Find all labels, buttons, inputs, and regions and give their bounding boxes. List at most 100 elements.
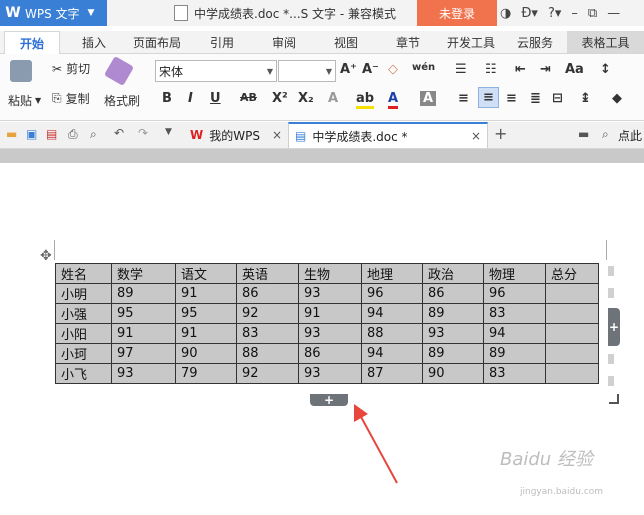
table-cell[interactable]: 89 xyxy=(483,343,546,364)
tab-chapter[interactable]: 章节 xyxy=(396,31,420,53)
table-cell[interactable]: 94 xyxy=(483,323,546,344)
table-cell[interactable]: 小明 xyxy=(55,283,112,304)
table-cell[interactable]: 小珂 xyxy=(55,343,112,364)
tab-page-layout[interactable]: 页面布局 xyxy=(133,31,181,53)
table-cell[interactable]: 94 xyxy=(361,343,423,364)
table-cell[interactable]: 小飞 xyxy=(55,363,112,384)
table-cell[interactable]: 96 xyxy=(361,283,423,304)
tab-references[interactable]: 引用 xyxy=(210,31,234,53)
clear-format-icon[interactable]: ◇ xyxy=(388,62,398,77)
paste-button[interactable]: 粘贴 ▼ xyxy=(8,92,41,109)
header-cell[interactable]: 数学 xyxy=(111,263,176,284)
decrease-indent-icon[interactable]: ⇤ xyxy=(515,62,526,77)
table-cell[interactable]: 86 xyxy=(298,343,362,364)
header-cell[interactable]: 地理 xyxy=(361,263,423,284)
table-cell[interactable]: 86 xyxy=(422,283,484,304)
grades-table[interactable]: 姓名 数学 语文 英语 生物 地理 政治 物理 总分 小明 89 91 86 9… xyxy=(55,263,599,384)
table-cell[interactable]: 88 xyxy=(236,343,299,364)
redo-icon[interactable]: ↷ xyxy=(138,126,148,140)
wps-app-menu-button[interactable]: W WPS 文字 ▼ xyxy=(0,0,107,26)
table-cell[interactable]: 86 xyxy=(236,283,299,304)
header-cell[interactable]: 总分 xyxy=(545,263,599,284)
table-cell[interactable]: 83 xyxy=(483,303,546,324)
row-handle[interactable] xyxy=(608,354,614,364)
table-cell[interactable]: 93 xyxy=(298,323,362,344)
paste-icon[interactable] xyxy=(10,60,32,82)
table-cell[interactable]: 83 xyxy=(483,363,546,384)
table-cell[interactable] xyxy=(545,343,599,364)
search-icon[interactable]: ⌕ xyxy=(602,127,609,142)
copy-button[interactable]: ⎘ 复制 xyxy=(52,90,90,107)
table-cell[interactable]: 94 xyxy=(361,303,423,324)
font-size-select[interactable]: ▼ xyxy=(278,60,336,82)
align-left-icon[interactable]: ≡ xyxy=(458,91,469,106)
numbering-icon[interactable]: ☷ xyxy=(485,62,497,77)
tab-developer[interactable]: 开发工具 xyxy=(447,31,495,53)
header-cell[interactable]: 政治 xyxy=(422,263,484,284)
close-icon[interactable]: × xyxy=(272,128,282,142)
login-button[interactable]: 未登录 xyxy=(417,0,497,26)
table-cell[interactable]: 92 xyxy=(236,303,299,324)
superscript-icon[interactable]: X² xyxy=(272,91,288,106)
format-painter-button[interactable]: 格式刷 xyxy=(104,92,140,109)
help-icon[interactable]: ?▾ xyxy=(548,6,561,21)
bold-icon[interactable]: B xyxy=(162,91,172,106)
row-handle[interactable] xyxy=(608,288,614,298)
italic-icon[interactable]: I xyxy=(188,91,193,106)
subscript-icon[interactable]: X₂ xyxy=(298,91,314,106)
align-right-icon[interactable]: ≡ xyxy=(506,91,517,106)
table-cell[interactable]: 90 xyxy=(422,363,484,384)
row-handle[interactable] xyxy=(608,266,614,276)
minimize-window-icon[interactable]: — xyxy=(607,6,620,21)
bullets-icon[interactable]: ☰ xyxy=(455,62,467,77)
table-cell[interactable]: 93 xyxy=(111,363,176,384)
justify-icon[interactable]: ≣ xyxy=(530,91,541,106)
save-icon[interactable]: ▣ xyxy=(26,127,37,141)
underline-icon[interactable]: U xyxy=(210,91,221,106)
table-cell[interactable]: 95 xyxy=(111,303,176,324)
table-cell[interactable]: 89 xyxy=(422,343,484,364)
tab-document[interactable]: ▤ 中学成绩表.doc * × xyxy=(288,122,488,148)
table-cell[interactable]: 91 xyxy=(111,323,176,344)
table-cell[interactable] xyxy=(545,363,599,384)
header-cell[interactable]: 英语 xyxy=(236,263,299,284)
table-move-handle-icon[interactable]: ✥ xyxy=(40,248,52,264)
tab-my-wps[interactable]: W 我的WPS × xyxy=(184,122,288,148)
font-color-icon[interactable]: A xyxy=(388,91,399,109)
char-shading-icon[interactable]: A xyxy=(420,91,437,106)
table-cell[interactable] xyxy=(545,323,599,344)
align-center-icon[interactable]: ≡ xyxy=(478,87,499,108)
restore-icon[interactable]: ⧉ xyxy=(588,6,597,21)
new-tab-icon[interactable]: + xyxy=(494,124,507,143)
collapse-ribbon-icon[interactable]: ▬ xyxy=(578,127,589,141)
tab-review[interactable]: 审阅 xyxy=(272,31,296,53)
increase-indent-icon[interactable]: ⇥ xyxy=(540,62,551,77)
share-icon[interactable]: Ð▾ xyxy=(521,6,538,21)
table-cell[interactable]: 89 xyxy=(111,283,176,304)
skin-icon[interactable]: ◑ xyxy=(500,6,511,21)
grow-font-icon[interactable]: A⁺ xyxy=(340,62,357,77)
tab-cloud[interactable]: 云服务 xyxy=(517,31,553,53)
close-icon[interactable]: × xyxy=(471,129,481,143)
table-cell[interactable]: 91 xyxy=(175,323,237,344)
row-handle[interactable] xyxy=(608,376,614,386)
table-cell[interactable]: 91 xyxy=(175,283,237,304)
header-cell[interactable]: 语文 xyxy=(175,263,237,284)
print-preview-icon[interactable]: ⌕ xyxy=(90,127,97,142)
sort-icon[interactable]: ↕ xyxy=(600,62,611,77)
strikethrough-icon[interactable]: AB xyxy=(240,91,257,104)
undo-icon[interactable]: ↶ xyxy=(114,126,124,140)
table-cell[interactable]: 小强 xyxy=(55,303,112,324)
export-pdf-icon[interactable]: ▤ xyxy=(46,127,57,141)
tab-table-tools[interactable]: 表格工具 xyxy=(567,31,644,53)
table-cell[interactable]: 93 xyxy=(298,283,362,304)
table-cell[interactable]: 92 xyxy=(236,363,299,384)
table-cell[interactable]: 88 xyxy=(361,323,423,344)
shading-icon[interactable]: ◆ xyxy=(612,91,622,106)
header-cell[interactable]: 姓名 xyxy=(55,263,112,284)
tab-view[interactable]: 视图 xyxy=(334,31,358,53)
highlight-icon[interactable]: ab xyxy=(356,91,375,109)
print-icon[interactable]: ⎙ xyxy=(68,127,78,142)
format-painter-icon[interactable] xyxy=(103,55,135,87)
header-cell[interactable]: 生物 xyxy=(298,263,362,284)
